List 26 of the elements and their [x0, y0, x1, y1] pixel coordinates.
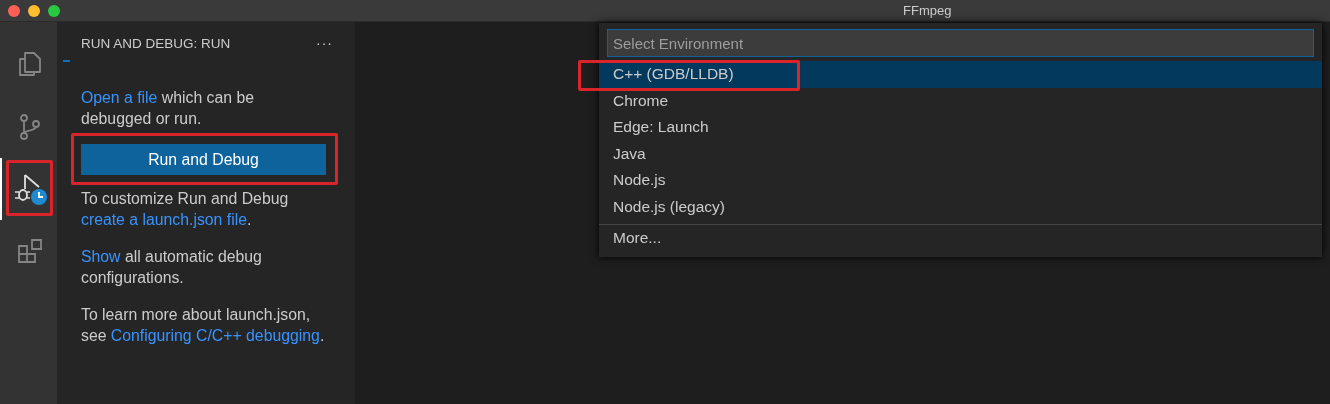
- environment-option[interactable]: Node.js (legacy): [599, 193, 1322, 220]
- help-text: Open a file which can be debugged or run.: [81, 88, 255, 129]
- extensions-icon: [15, 237, 44, 265]
- sidebar-title: RUN AND DEBUG: RUN: [81, 35, 231, 51]
- environment-option[interactable]: Node.js: [599, 167, 1322, 194]
- help-link[interactable]: Show: [81, 248, 121, 265]
- environment-option[interactable]: Java: [599, 140, 1322, 167]
- more-actions-button[interactable]: ···: [316, 35, 333, 51]
- environment-option[interactable]: Chrome: [599, 87, 1322, 114]
- more-option[interactable]: More...: [599, 225, 1322, 252]
- window-title: FFmpeg: [903, 3, 952, 18]
- run-and-debug-button[interactable]: Run and Debug: [81, 144, 326, 175]
- environment-search-field[interactable]: Select Environment: [607, 29, 1314, 57]
- environment-option[interactable]: Edge: Launch: [599, 114, 1322, 141]
- help-text: To learn more about launch.json, see Configuring C/C++ debugging.: [81, 305, 326, 346]
- help-link[interactable]: Open a file: [81, 89, 158, 106]
- help-text: To customize Run and Debug create a launch.json file.: [81, 189, 290, 230]
- minimize-button[interactable]: [28, 4, 40, 17]
- progress-indicator: [63, 60, 70, 62]
- help-text: Show all automatic debug configurations.: [81, 247, 263, 288]
- run-debug-icon: [12, 173, 47, 205]
- environment-option[interactable]: C++ (GDB/LLDB): [599, 61, 1322, 88]
- close-button[interactable]: [8, 4, 20, 17]
- help-link[interactable]: Configuring C/C++ debugging: [110, 327, 320, 344]
- maximize-button[interactable]: [48, 4, 60, 17]
- help-link[interactable]: create a launch.json file: [81, 211, 247, 228]
